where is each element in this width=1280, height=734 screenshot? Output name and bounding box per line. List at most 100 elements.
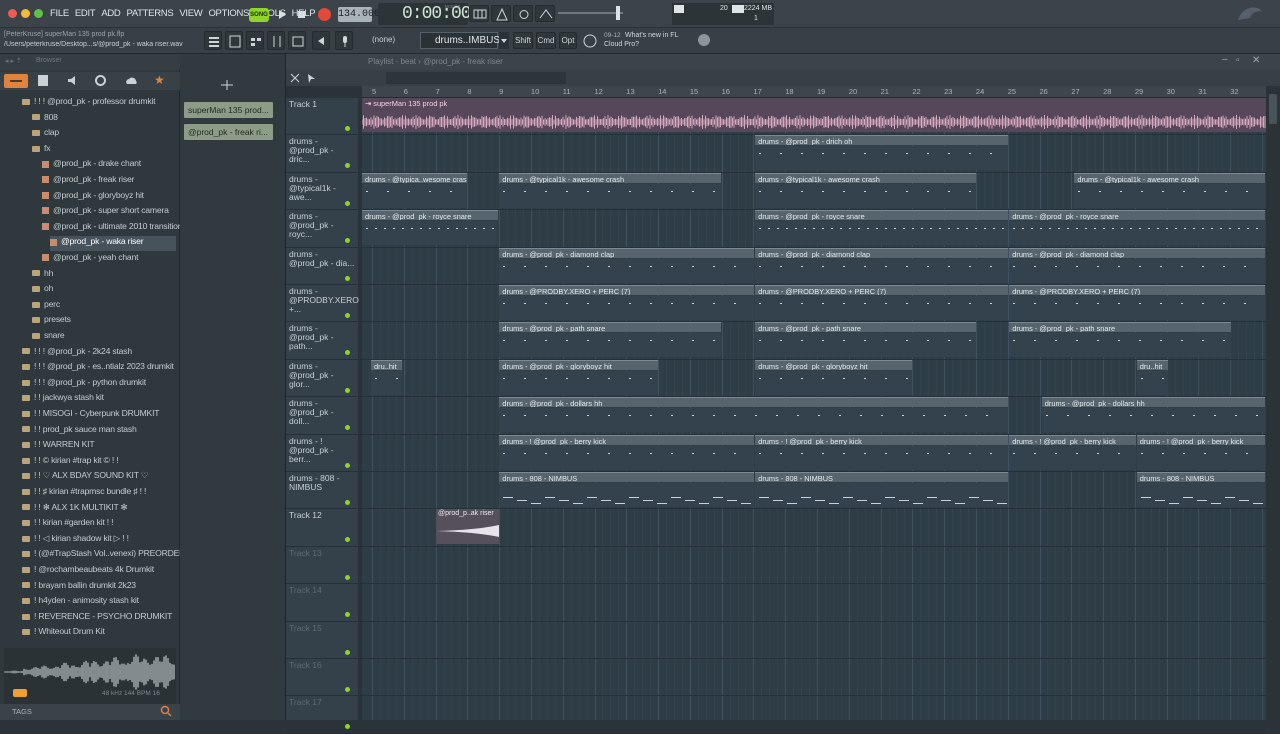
scrollbar-thumb[interactable]: [1269, 94, 1277, 124]
track-name[interactable]: drums - @prod_pk - path...: [289, 324, 355, 351]
browser-favorites-icon[interactable]: ★: [154, 73, 165, 87]
pattern-clip[interactable]: drums - @typical1k - awesome crash: [499, 172, 721, 183]
pattern-clip[interactable]: drums - @prod_pk - diamond clap: [499, 247, 755, 258]
pattern-clip[interactable]: drums - @prod_pk - drich oh: [755, 135, 1009, 146]
browser-icon[interactable]: [288, 31, 306, 50]
track-mute-led[interactable]: [345, 574, 350, 580]
track-mute-led[interactable]: [345, 500, 350, 505]
track-name[interactable]: drums - 808 - NIMBUS: [289, 474, 355, 492]
track-name[interactable]: drums - @prod_pk - doll...: [289, 399, 355, 426]
pattern-clip[interactable]: drums - @prod_pk - diamond clap: [755, 247, 1009, 258]
browser-folder-item[interactable]: ! ! ♯ kirian #trapmsc bundle ♯ ! !: [22, 486, 146, 501]
pattern-clip[interactable]: drums - @prod_pk - path snare: [755, 322, 976, 333]
pattern-clip[interactable]: drums - ! @prod_pk - berry kick: [499, 434, 755, 445]
preview-play-icon[interactable]: [13, 689, 27, 697]
pattern-clip[interactable]: drums - ! @prod_pk - berry kick: [1136, 434, 1265, 445]
search-icon[interactable]: [160, 705, 172, 717]
pattern-clip[interactable]: drums - ! @prod_pk - berry kick: [755, 434, 1009, 445]
browser-folder-item[interactable]: ! ! WARREN KIT: [22, 439, 95, 454]
track-mute-led[interactable]: [345, 238, 350, 244]
browser-folder-item[interactable]: 808: [32, 112, 58, 127]
record-button[interactable]: [316, 6, 333, 23]
browser-folder-item[interactable]: ! brayam ballin drumkit 2k23: [22, 580, 136, 595]
playlist-grid[interactable]: ⇥ superMan 135 prod pk drums - @prod_pk -…: [362, 98, 1266, 720]
pattern-clip[interactable]: dru..hit: [371, 359, 402, 370]
vertical-scrollbar[interactable]: [1266, 86, 1280, 720]
pattern-clip[interactable]: drums - @prod_pk - dollars hh: [1041, 397, 1265, 408]
menu-add[interactable]: ADD: [101, 8, 120, 19]
pattern-clip[interactable]: drums - @typical1k - awesome crash: [1074, 172, 1265, 183]
opt-button[interactable]: Opt: [559, 32, 577, 49]
minimize-icon[interactable]: –: [1222, 54, 1228, 65]
browser-folder-item[interactable]: clap: [32, 127, 59, 142]
pattern-clip[interactable]: drums - @typica..wesome crash: [362, 172, 467, 183]
browser-folder-item[interactable]: ! @rochambeaubeats 4k Drumkit: [22, 564, 154, 579]
browser-cloud-icon[interactable]: [125, 75, 137, 86]
track-name[interactable]: drums - @prod_pk - royc...: [289, 212, 355, 239]
browser-folder-item[interactable]: ! ! MISOGI - Cyberpunk DRUMKIT: [22, 408, 160, 423]
pattern-clip[interactable]: drums - @PRODBY.XERO + PERC (7): [755, 285, 1009, 295]
browser-folder-item[interactable]: ! Whiteout Drum Kit: [22, 626, 105, 641]
track-name[interactable]: Track 13: [289, 548, 355, 558]
browser-plugin-icon[interactable]: [95, 75, 106, 86]
pattern-clip[interactable]: drums - @prod_pk - royce snare: [362, 210, 499, 221]
browser-folder-item[interactable]: oh: [32, 283, 53, 298]
browser-sample-item[interactable]: @prod_pk - drake chant: [42, 158, 141, 173]
picker-clip-audio[interactable]: superMan 135 prod...: [184, 102, 273, 118]
wait-input-icon[interactable]: [513, 5, 533, 22]
audio-clip[interactable]: ⇥ superMan 135 prod pk: [362, 98, 1266, 132]
browser-sample-item[interactable]: @prod_pk - gloryboyz hit: [42, 190, 144, 205]
pattern-clip[interactable]: dru..hit: [1136, 359, 1169, 370]
pattern-clip[interactable]: drums - @typical1k - awesome crash: [755, 172, 976, 183]
master-volume-slider[interactable]: [558, 12, 623, 14]
maximize-window-button[interactable]: [34, 9, 43, 18]
track-mute-led[interactable]: [345, 313, 350, 318]
stop-button[interactable]: [294, 7, 310, 22]
track-name[interactable]: Track 17: [289, 698, 355, 707]
pattern-clip[interactable]: drums - @prod_pk - dollars hh: [499, 397, 1009, 408]
browser-folder-item[interactable]: hh: [32, 268, 53, 283]
browser-folder-item[interactable]: presets: [32, 314, 71, 329]
browser-sample-item[interactable]: @prod_pk - ultimate 2010 transition: [42, 221, 182, 236]
browser-sample-item[interactable]: @prod_pk - freak riser: [42, 174, 134, 189]
browser-all-tab[interactable]: [4, 74, 28, 88]
riser-audio-clip[interactable]: @prod_p..ak riser: [436, 509, 499, 545]
track-mute-led[interactable]: [345, 425, 350, 431]
pattern-clip[interactable]: drums - @PRODBY.XERO + PERC (7): [499, 285, 755, 295]
menu-edit[interactable]: EDIT: [75, 8, 96, 19]
menu-file[interactable]: FILE: [50, 8, 69, 19]
browser-folder-item[interactable]: snare: [32, 330, 65, 345]
pattern-clip[interactable]: drums - 808 - NIMBUS: [499, 472, 755, 482]
countdown-icon[interactable]: [535, 5, 555, 22]
track-mute-led[interactable]: [345, 462, 350, 468]
song-mode-toggle[interactable]: SONG: [249, 8, 269, 22]
track-name[interactable]: drums - @prod_pk - dric...: [289, 137, 355, 164]
track-name[interactable]: Track 15: [289, 623, 355, 633]
track-mute-led[interactable]: [345, 126, 350, 131]
track-name[interactable]: Track 12: [289, 511, 355, 520]
piano-roll-icon[interactable]: [225, 31, 243, 50]
pattern-clip[interactable]: drums - @prod_pk - royce snare: [1009, 210, 1265, 221]
browser-folder-item[interactable]: ! ! prod_pk sauce man stash: [22, 424, 137, 439]
tags-label[interactable]: TAGS: [12, 707, 32, 716]
browser-nav-icon[interactable]: ◂ ▸ ⇡: [5, 57, 22, 65]
track-mute-led[interactable]: [345, 537, 350, 543]
snap-icon[interactable]: [288, 71, 302, 85]
news-title[interactable]: What's new in FL: [625, 32, 678, 39]
track-name[interactable]: Track 16: [289, 661, 355, 670]
pattern-selector[interactable]: drums..IMBUS: [420, 32, 500, 49]
picker-clip-riser[interactable]: @prod_pk - freak ri...: [184, 124, 273, 140]
cmd-button[interactable]: Cmd: [536, 32, 556, 49]
track-name[interactable]: Track 1: [289, 100, 355, 109]
track-mute-led[interactable]: [345, 200, 350, 206]
browser-folder-item[interactable]: ! ! ! @prod_pk - professor drumkit: [22, 96, 156, 111]
menu-patterns[interactable]: PATTERNS: [127, 8, 174, 19]
channel-rack-icon[interactable]: [246, 31, 264, 50]
track-name[interactable]: drums - @PRODBY.XERO +...: [289, 287, 359, 314]
browser-doc-icon[interactable]: [38, 75, 48, 86]
microphone-icon[interactable]: [335, 31, 353, 50]
track-mute-led[interactable]: [345, 649, 350, 655]
pattern-clip[interactable]: drums - @PRODBY.XERO + PERC (7): [1009, 285, 1265, 295]
pattern-clip[interactable]: drums - @prod_pk - path snare: [499, 322, 721, 333]
browser-folder-item[interactable]: ! ! ! @prod_pk - python drumkit: [22, 377, 146, 392]
